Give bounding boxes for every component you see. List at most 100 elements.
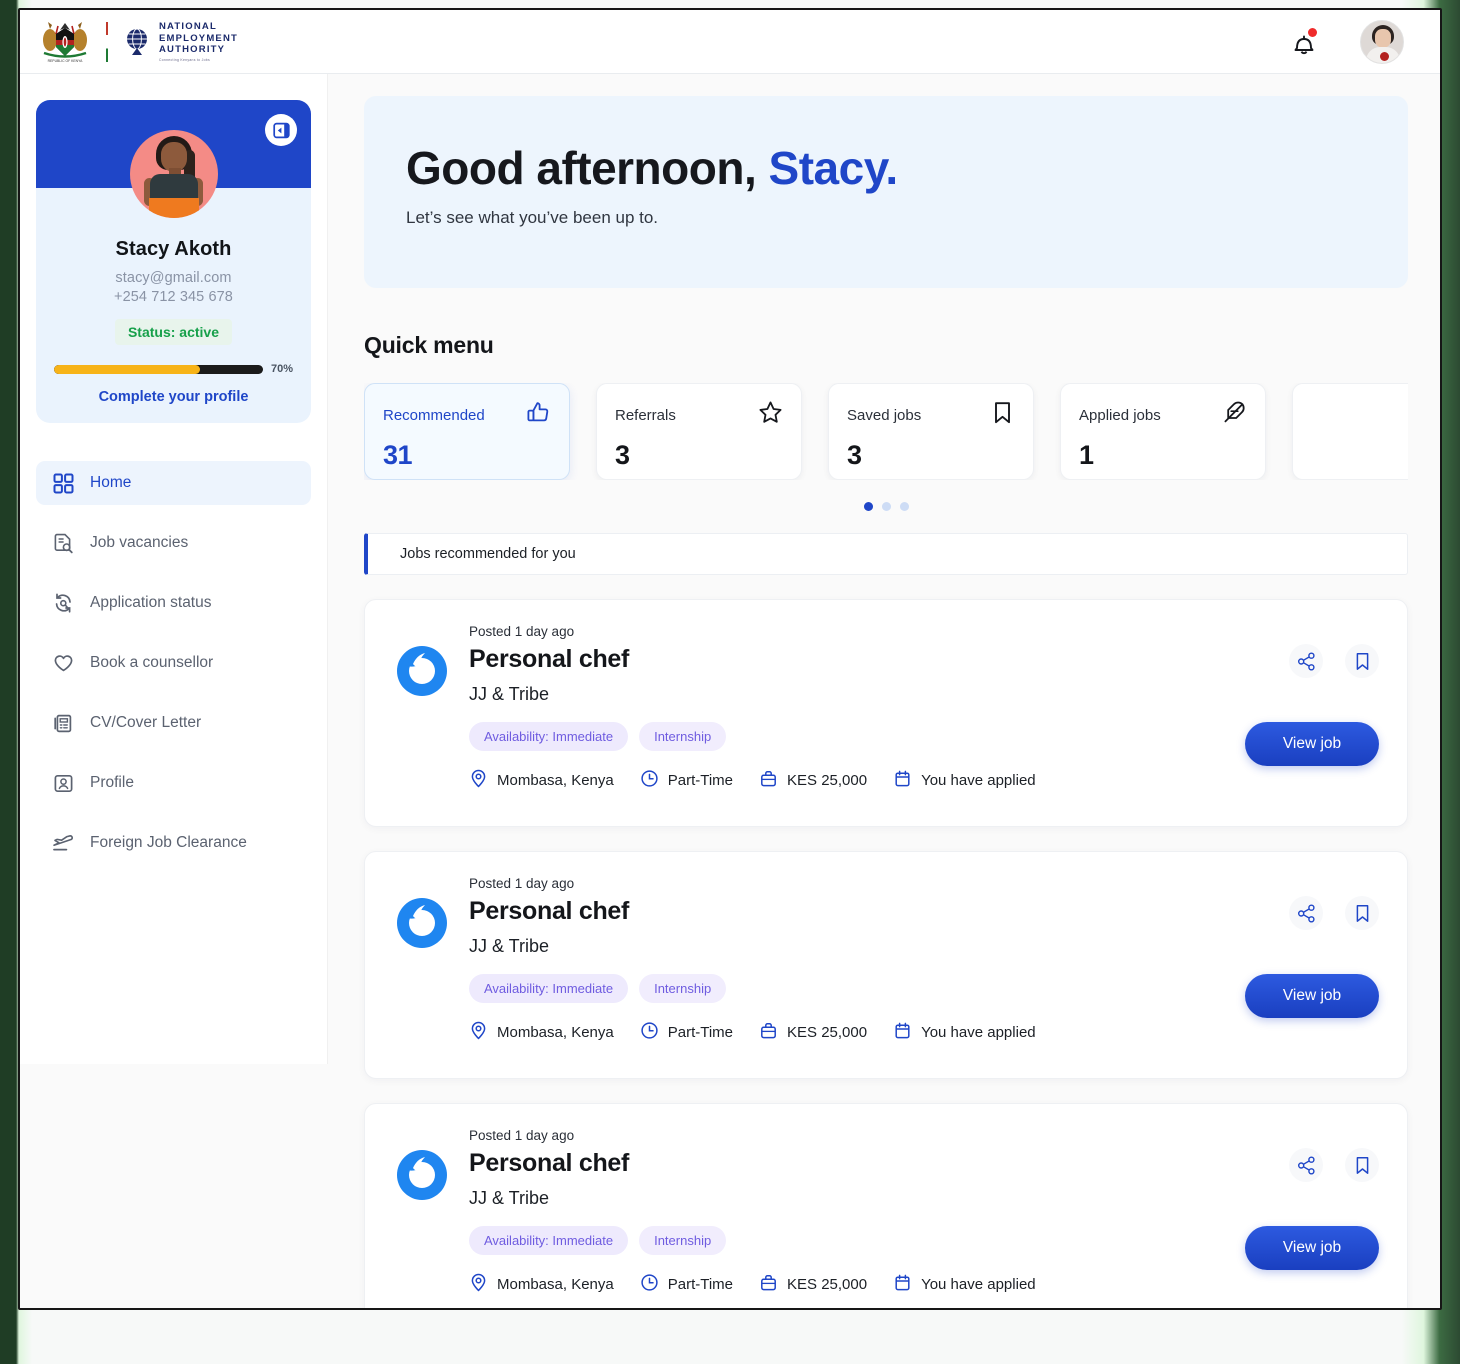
brand-lockup: REPUBLIC OF KENYA NATIONAL EMPLOYMENT AU… — [38, 20, 238, 64]
complete-profile-link[interactable]: Complete your profile — [50, 389, 297, 405]
carousel-dot-3[interactable] — [899, 502, 909, 511]
sidebar-item-book-a-counsellor[interactable]: Book a counsellor — [36, 641, 311, 685]
save-job-button[interactable] — [1345, 1148, 1379, 1182]
desktop-backdrop: REPUBLIC OF KENYA NATIONAL EMPLOYMENT AU… — [0, 0, 1460, 1364]
job-card[interactable]: Posted 1 day ago Personal chef JJ & Trib… — [364, 599, 1408, 827]
job-type: Part-Time — [640, 1273, 733, 1296]
job-posted-date: Posted 1 day ago — [469, 624, 575, 639]
job-title: Personal chef — [469, 1149, 630, 1177]
briefcase-icon — [759, 769, 778, 792]
job-posted-date: Posted 1 day ago — [469, 1128, 575, 1143]
clock-icon — [640, 1021, 659, 1044]
view-job-button[interactable]: View job — [1245, 974, 1379, 1018]
quick-card-label: Referrals — [615, 406, 676, 424]
job-applied-label: You have applied — [921, 1024, 1036, 1041]
avatar-flower — [1380, 51, 1389, 61]
share-job-button[interactable] — [1289, 1148, 1323, 1182]
share-job-button[interactable] — [1289, 644, 1323, 678]
quick-card-applied-jobs[interactable]: Applied jobs 1 — [1060, 383, 1266, 480]
save-job-button[interactable] — [1345, 644, 1379, 678]
job-applied-status: You have applied — [893, 769, 1036, 792]
quick-card-saved-jobs[interactable]: Saved jobs 3 — [828, 383, 1034, 480]
profile-progress-track — [54, 364, 263, 374]
quick-card-next-peek[interactable] — [1292, 383, 1408, 480]
sidebar-item-label: Profile — [90, 774, 134, 791]
sidebar-item-cv-cover-letter[interactable]: CV/Cover Letter — [36, 701, 311, 745]
org-line-3: AUTHORITY — [159, 44, 226, 56]
photo-skirt — [148, 198, 199, 218]
save-job-button[interactable] — [1345, 896, 1379, 930]
job-type-label: Part-Time — [667, 1024, 734, 1041]
location-pin-icon — [469, 1021, 488, 1044]
sidebar-item-label: Job vacancies — [90, 534, 189, 551]
profile-card: Stacy Akoth stacy@gmail.com +254 712 345… — [36, 100, 311, 423]
recommended-header-label: Jobs recommended for you — [400, 546, 576, 562]
job-type-label: Part-Time — [667, 1276, 734, 1293]
job-card[interactable]: Posted 1 day ago Personal chef JJ & Trib… — [364, 1103, 1408, 1308]
job-company: JJ & Tribe — [469, 936, 550, 956]
coat-caption: REPUBLIC OF KENYA — [48, 59, 84, 63]
job-salary: KES 25,000 — [759, 1021, 867, 1044]
panel-collapse-icon — [272, 122, 290, 138]
greeting-name: Stacy. — [768, 142, 899, 194]
location-pin-icon — [469, 1273, 488, 1296]
job-applied-status: You have applied — [893, 1273, 1036, 1296]
profile-progress-label: 70% — [270, 363, 293, 375]
quick-card-value: 3 — [847, 440, 862, 470]
carousel-dots — [364, 502, 1408, 511]
clock-icon — [640, 1273, 659, 1296]
job-meta: Mombasa, Kenya Part-Time KES 25,000 You … — [469, 1273, 1379, 1296]
profile-name: Stacy Akoth — [115, 238, 232, 260]
sidebar-item-label: Home — [90, 474, 132, 491]
quick-menu-title: Quick menu — [364, 332, 494, 358]
job-applied-label: You have applied — [921, 1276, 1036, 1293]
sidebar-collapse-toggle[interactable] — [265, 114, 297, 146]
job-tags: Availability: Immediate Internship — [469, 974, 1379, 1003]
quick-card-recommended[interactable]: Recommended 31 — [364, 383, 570, 480]
user-avatar[interactable] — [1360, 19, 1404, 64]
sidebar-item-job-vacancies[interactable]: Job vacancies — [36, 521, 311, 565]
share-job-button[interactable] — [1289, 896, 1323, 930]
quick-card-value: 1 — [1079, 440, 1094, 470]
job-type: Part-Time — [640, 769, 733, 792]
job-company: JJ & Tribe — [469, 1188, 550, 1208]
kenya-coat-of-arms-icon: REPUBLIC OF KENYA — [43, 21, 87, 63]
job-location-label: Mombasa, Kenya — [497, 1276, 614, 1293]
job-tag: Availability: Immediate — [469, 722, 629, 751]
bookmark-icon — [990, 400, 1015, 430]
calendar-icon — [893, 1273, 912, 1296]
sidebar-item-application-status[interactable]: Application status — [36, 581, 311, 625]
job-card[interactable]: Posted 1 day ago Personal chef JJ & Trib… — [364, 851, 1408, 1079]
briefcase-icon — [759, 1273, 778, 1296]
org-tagline: Connecting Kenyans to Jobs — [159, 57, 210, 62]
job-location: Mombasa, Kenya — [469, 1273, 614, 1296]
sidebar-item-profile[interactable]: Profile — [36, 761, 311, 805]
job-salary-label: KES 25,000 — [787, 772, 868, 789]
page-body: Stacy Akoth stacy@gmail.com +254 712 345… — [20, 74, 1440, 1308]
star-icon — [758, 400, 783, 430]
sidebar-item-foreign-job-clearance[interactable]: Foreign Job Clearance — [36, 821, 311, 865]
carousel-dot-2[interactable] — [881, 502, 891, 511]
id-card-icon — [52, 772, 74, 794]
clock-icon — [640, 769, 659, 792]
job-title: Personal chef — [469, 897, 630, 925]
job-tags: Availability: Immediate Internship — [469, 722, 1379, 751]
quick-card-value: 31 — [383, 440, 413, 470]
quick-card-referrals[interactable]: Referrals 3 — [596, 383, 802, 480]
quick-card-value: 3 — [615, 440, 630, 470]
feather-icon — [1222, 400, 1247, 430]
carousel-dot-1[interactable] — [863, 502, 873, 511]
profile-progress-fill — [54, 364, 201, 374]
document-search-icon — [52, 532, 74, 554]
calendar-icon — [893, 1021, 912, 1044]
job-location: Mombasa, Kenya — [469, 1021, 614, 1044]
view-job-button[interactable]: View job — [1245, 722, 1379, 766]
notifications-button[interactable] — [1290, 27, 1318, 57]
profile-phone: +254 712 345 678 — [114, 289, 233, 305]
view-job-button[interactable]: View job — [1245, 1226, 1379, 1270]
main-content: Good afternoon, Stacy. Let’s see what yo… — [328, 74, 1440, 1308]
browser-viewport: REPUBLIC OF KENYA NATIONAL EMPLOYMENT AU… — [18, 8, 1442, 1310]
briefcase-icon — [759, 1021, 778, 1044]
sidebar-item-home[interactable]: Home — [36, 461, 311, 505]
job-tag: Availability: Immediate — [469, 1226, 629, 1255]
